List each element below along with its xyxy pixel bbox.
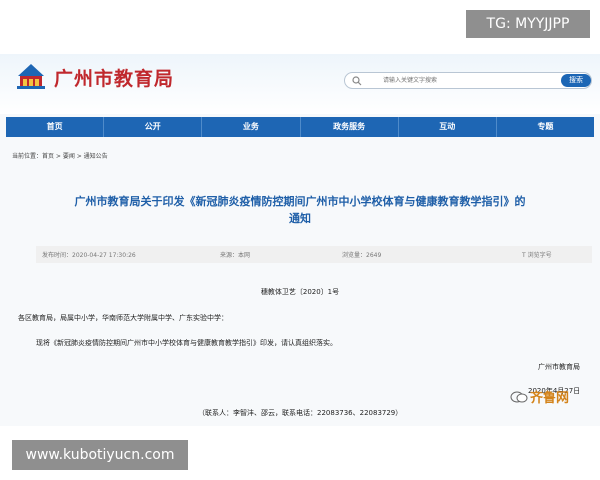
wechat-bubble-icon <box>510 391 528 402</box>
nav-item-topics[interactable]: 专题 <box>497 117 594 137</box>
body-paragraph: 现将《新冠肺炎疫情防控期间广州市中小学校体育与健康教育教学指引》印发，请认真组织… <box>36 339 337 347</box>
watermark-top: TG: MYYJJPP <box>466 10 590 38</box>
addressee-line: 各区教育局，局属中小学，华南师范大学附属中学、广东实验中学： <box>18 314 228 322</box>
search-icon <box>352 76 362 86</box>
site-header: 广州市教育局 搜索 <box>0 54 600 114</box>
contact-info: （联系人：李智沣、邵云，联系电话：22083736、22083729） <box>198 409 403 417</box>
breadcrumb[interactable]: 当前位置：首页 > 要闻 > 通知公告 <box>12 151 108 160</box>
nav-item-home[interactable]: 首页 <box>6 117 105 137</box>
main-nav: 首页 公开 业务 政务服务 互动 专题 <box>6 117 594 137</box>
nav-item-interaction[interactable]: 互动 <box>399 117 497 137</box>
nav-item-public[interactable]: 公开 <box>104 117 203 137</box>
view-count: 浏览量：2649 <box>342 252 382 259</box>
search-input[interactable] <box>383 73 553 88</box>
browser-screenshot: 广州市教育局 搜索 首页 公开 业务 政务服务 互动 专题 当前位置：首页 > … <box>0 54 600 426</box>
article-title-line2: 通知 <box>289 212 311 225</box>
watermark-bottom: www.kubotiyucn.com <box>12 440 188 470</box>
site-title[interactable]: 广州市教育局 <box>54 64 174 91</box>
nav-item-services[interactable]: 政务服务 <box>301 117 399 137</box>
search-button[interactable]: 搜索 <box>561 74 591 87</box>
font-size-toggle[interactable]: T 浏览字号 <box>522 250 552 259</box>
article-title: 广州市教育局关于印发《新冠肺炎疫情防控期间广州市中小学校体育与健康教育教学指引》… <box>40 193 560 227</box>
search-box: 搜索 <box>344 72 592 89</box>
corner-watermark-text: 齐鲁网 <box>530 391 570 406</box>
corner-watermark: 齐鲁网 <box>510 387 569 406</box>
publish-date: 发布时间：2020-04-27 17:30:26 <box>42 252 136 259</box>
document-number: 穗教体卫艺〔2020〕1号 <box>260 288 340 296</box>
education-bureau-logo-icon <box>17 64 45 89</box>
nav-item-business[interactable]: 业务 <box>202 117 301 137</box>
signature-org: 广州市教育局 <box>538 363 580 371</box>
article-title-line1: 广州市教育局关于印发《新冠肺炎疫情防控期间广州市中小学校体育与健康教育教学指引》… <box>74 195 526 208</box>
article-source: 来源：本网 <box>220 252 251 259</box>
article-meta-bar: 发布时间：2020-04-27 17:30:26 来源：本网 浏览量：2649 … <box>36 246 592 263</box>
